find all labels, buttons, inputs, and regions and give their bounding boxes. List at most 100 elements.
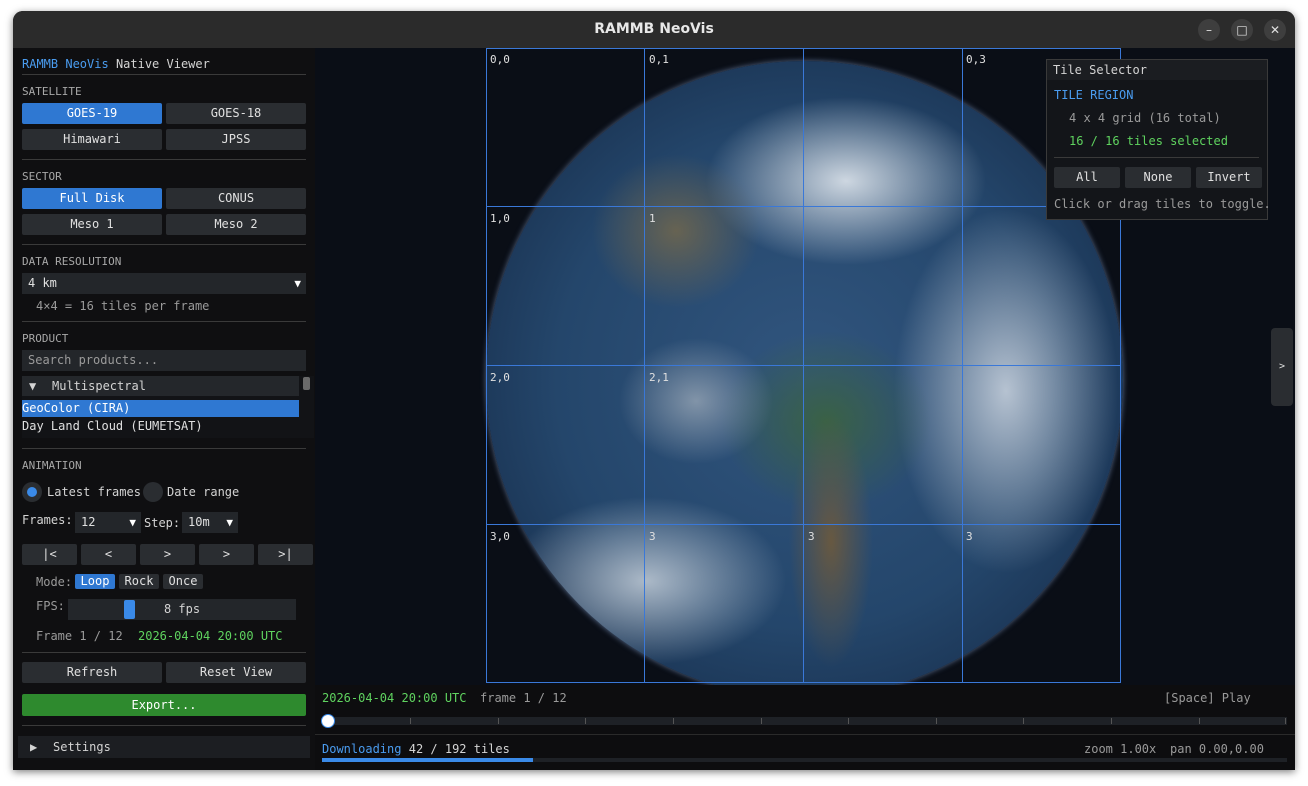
timeline-tick	[1023, 718, 1024, 724]
brand-name: RAMMB NeoVis	[22, 57, 109, 71]
frames-value: 12	[81, 515, 96, 529]
title-bar: RAMMB NeoVis – □ ✕	[13, 11, 1295, 48]
step-select[interactable]: 10m ▼	[182, 512, 238, 533]
invert-selection-button[interactable]: Invert	[1196, 167, 1262, 188]
timeline-tick	[410, 718, 411, 724]
export-button[interactable]: Export...	[22, 694, 306, 716]
mode-rock-button[interactable]: Rock	[119, 574, 159, 589]
first-frame-button[interactable]: |<	[22, 544, 77, 565]
timeline-panel: 2026-04-04 20:00 UTC frame 1 / 12 [Space…	[315, 685, 1295, 770]
product-group-multispectral[interactable]: ▼ Multispectral	[22, 376, 299, 396]
tile-label: 0,3	[966, 53, 986, 66]
product-item-geocolor[interactable]: GeoColor (CIRA)	[22, 400, 299, 417]
satellite-himawari-button[interactable]: Himawari	[22, 129, 162, 150]
product-list-scrollbar[interactable]	[303, 377, 310, 390]
tile-selector-title: Tile Selector	[1053, 63, 1147, 77]
divider	[22, 725, 306, 726]
brand: RAMMB NeoVis Native Viewer	[22, 57, 210, 71]
tile-selector-titlebar[interactable]: Tile Selector	[1047, 60, 1267, 80]
frames-select[interactable]: 12 ▼	[75, 512, 141, 533]
tile-region-header: TILE REGION	[1054, 88, 1134, 102]
expand-arrow-icon: ▶	[30, 740, 38, 754]
brand-suffix: Native Viewer	[115, 57, 210, 71]
sector-meso2-button[interactable]: Meso 2	[166, 214, 306, 235]
divider	[22, 321, 306, 322]
resolution-header: DATA RESOLUTION	[22, 255, 122, 268]
pan-readout: pan 0.00,0.00	[1170, 742, 1264, 756]
play-hint: [Space] Play	[1164, 691, 1251, 705]
resolution-note: 4×4 = 16 tiles per frame	[36, 299, 210, 313]
animation-header: ANIMATION	[22, 459, 82, 472]
selected-info: 16 / 16 tiles selected	[1069, 134, 1228, 148]
resolution-value: 4 km	[28, 276, 57, 290]
radio-latest-label: Latest frames	[47, 485, 141, 499]
product-item-day-land-cloud[interactable]: Day Land Cloud (EUMETSAT)	[22, 418, 299, 435]
timeline-tick	[498, 718, 499, 724]
grid-line	[486, 524, 1121, 525]
zoom-readout: zoom 1.00x	[1084, 742, 1157, 756]
divider	[315, 734, 1295, 735]
timeline-tick	[585, 718, 586, 724]
tile-label: 0,0	[490, 53, 510, 66]
tile-label: 3	[808, 530, 815, 543]
timeline-tick	[1111, 718, 1112, 724]
tile-label: 3,0	[490, 530, 510, 543]
grid-line	[486, 206, 1121, 207]
minimize-button[interactable]: –	[1198, 19, 1220, 41]
radio-range-label: Date range	[167, 485, 240, 499]
download-label: Downloading	[322, 742, 402, 756]
refresh-button[interactable]: Refresh	[22, 662, 162, 683]
mode-loop-button[interactable]: Loop	[75, 574, 115, 589]
timeline-slider[interactable]	[321, 714, 1287, 728]
play-button[interactable]: >	[140, 544, 195, 565]
select-none-button[interactable]: None	[1125, 167, 1191, 188]
timeline-tick	[848, 718, 849, 724]
collapse-arrow-icon: ▼	[29, 379, 37, 393]
radio-date-range[interactable]	[143, 482, 163, 502]
next-frame-button[interactable]: >	[199, 544, 254, 565]
maximize-button[interactable]: □	[1231, 19, 1253, 41]
app-window: RAMMB NeoVis – □ ✕ RAMMB NeoVis Native V…	[13, 11, 1295, 770]
divider	[1054, 157, 1259, 158]
tile-label: 1,0	[490, 212, 510, 225]
satellite-goes19-button[interactable]: GOES-19	[22, 103, 162, 124]
sector-full-disk-button[interactable]: Full Disk	[22, 188, 162, 209]
fps-slider[interactable]: 8 fps	[68, 599, 296, 620]
fps-value: 8 fps	[163, 602, 201, 616]
frame-time: 2026-04-04 20:00 UTC	[138, 629, 283, 643]
dropdown-arrow-icon: ▼	[226, 516, 233, 529]
timeline-handle[interactable]	[321, 714, 335, 728]
reset-view-button[interactable]: Reset View	[166, 662, 306, 683]
timeline-timestamp: 2026-04-04 20:00 UTC	[322, 691, 467, 705]
grid-info: 4 x 4 grid (16 total)	[1069, 111, 1221, 125]
timeline-tick	[1199, 718, 1200, 724]
timeline-frame: frame 1 / 12	[480, 691, 567, 705]
fps-label: FPS:	[36, 599, 65, 613]
radio-latest-frames[interactable]	[22, 482, 42, 502]
dropdown-arrow-icon: ▼	[294, 277, 301, 290]
prev-frame-button[interactable]: <	[81, 544, 136, 565]
tile-selector-hint: Click or drag tiles to toggle.	[1054, 197, 1271, 211]
resolution-select[interactable]: 4 km ▼	[22, 273, 306, 294]
close-button[interactable]: ✕	[1264, 19, 1286, 41]
mode-once-button[interactable]: Once	[163, 574, 203, 589]
radio-dot-icon	[27, 487, 37, 497]
mode-label: Mode:	[36, 575, 73, 589]
frames-label: Frames:	[22, 513, 73, 527]
sector-conus-button[interactable]: CONUS	[166, 188, 306, 209]
panel-toggle-button[interactable]: >	[1271, 328, 1293, 406]
satellite-jpss-button[interactable]: JPSS	[166, 129, 306, 150]
frame-counter: Frame 1 / 12	[36, 629, 123, 643]
grid-line	[486, 682, 1121, 683]
timeline-tick	[1285, 718, 1286, 724]
tile-label: 2,0	[490, 371, 510, 384]
satellite-goes18-button[interactable]: GOES-18	[166, 103, 306, 124]
product-search-input[interactable]: Search products...	[22, 350, 306, 371]
sector-meso1-button[interactable]: Meso 1	[22, 214, 162, 235]
settings-header[interactable]: ▶ Settings	[18, 736, 310, 758]
select-all-button[interactable]: All	[1054, 167, 1120, 188]
divider	[22, 74, 306, 75]
last-frame-button[interactable]: >|	[258, 544, 313, 565]
tile-grid[interactable]: 0,0 0,1 0,3 1,0 1 2,0 2,1 3,0 3 3 3	[486, 48, 1121, 683]
tile-label: 3	[649, 530, 656, 543]
